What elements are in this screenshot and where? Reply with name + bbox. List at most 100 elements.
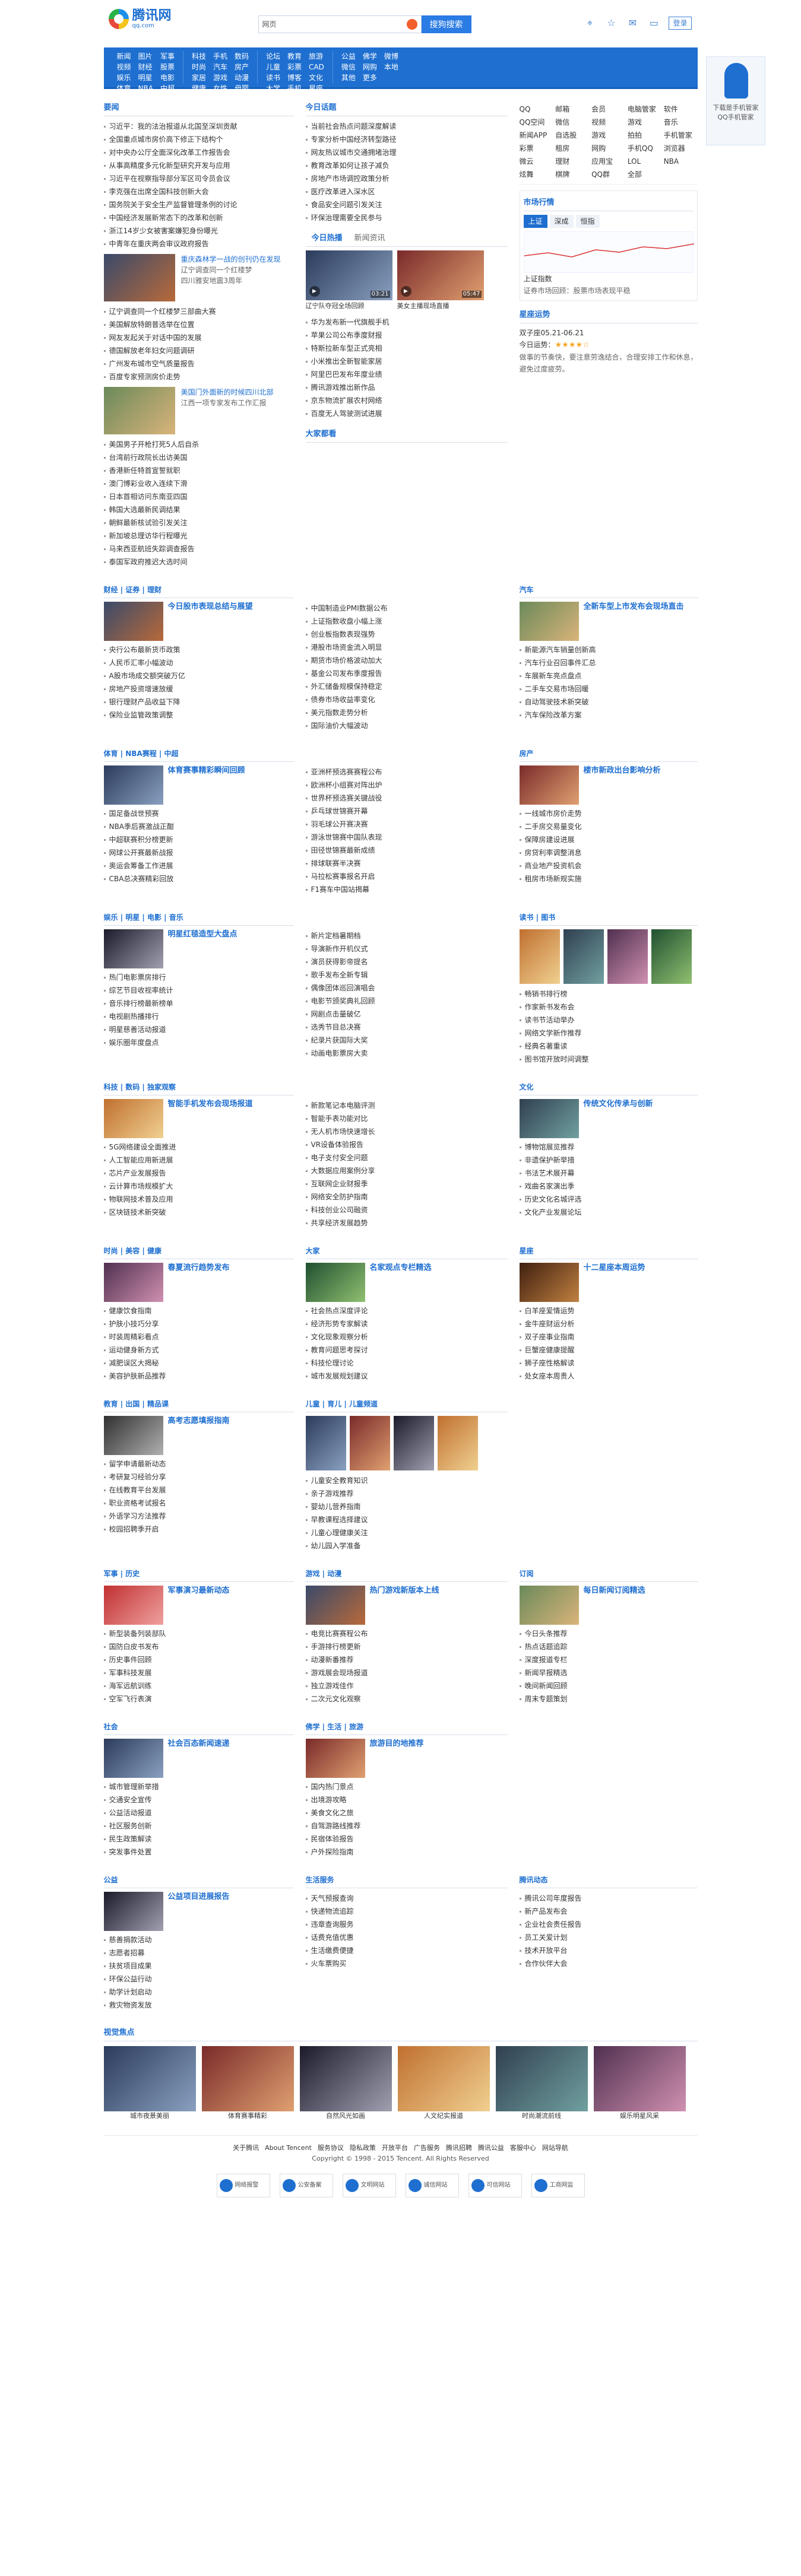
list-item[interactable]: 亲子游戏推荐 xyxy=(306,1487,508,1500)
nav-link[interactable]: 彩票 xyxy=(287,62,302,72)
block-feature[interactable]: 今日股市表现总结与展望 xyxy=(103,602,294,641)
list-item[interactable]: 城市发展规划建议 xyxy=(306,1370,508,1383)
list-item[interactable]: 教育改革如何让孩子减负 xyxy=(306,159,508,172)
slide-item[interactable]: 自然风光如画 xyxy=(299,2046,392,2121)
list-item[interactable]: 汽车保险改革方案 xyxy=(520,709,698,722)
book-icon[interactable]: ▭ xyxy=(647,17,660,30)
block-feature[interactable]: 楼市新政出台影响分析 xyxy=(519,766,698,805)
service-link[interactable]: 会员 xyxy=(591,103,625,115)
list-item[interactable]: 突发事件处置 xyxy=(104,1846,294,1859)
list-item[interactable]: 泰国军政府推迟大选时间 xyxy=(104,555,294,568)
list-item[interactable]: 当前社会热点问题深度解读 xyxy=(306,120,508,133)
block-feature[interactable]: 军事演习最新动态 xyxy=(103,1586,294,1625)
nav-link[interactable]: 汽车 xyxy=(213,62,227,72)
list-item[interactable]: 儿童心理健康关注 xyxy=(306,1526,508,1539)
list-item[interactable]: 白羊座爱情运势 xyxy=(520,1304,698,1317)
list-item[interactable]: 历史事件回顾 xyxy=(104,1653,294,1666)
list-item[interactable]: 美容护肤新品推荐 xyxy=(104,1370,294,1383)
list-item[interactable]: 对中央办公厅全面深化改革工作报告会 xyxy=(104,146,294,159)
footer-link[interactable]: 腾讯公益 xyxy=(478,2143,504,2153)
video-item[interactable]: ▶ 05:47 美女主播现场直播 xyxy=(397,250,484,312)
list-item[interactable]: 时装周精彩看点 xyxy=(104,1330,294,1343)
list-item[interactable]: 动漫新番推荐 xyxy=(306,1653,508,1666)
list-item[interactable]: 债券市场收益率变化 xyxy=(306,693,508,706)
news-feature-1[interactable]: 重庆森林学一战的创刊仍在发现 辽宁调查同一个红楼梦 四川雅安地震3周年 xyxy=(103,254,294,301)
list-item[interactable]: 留学申请最新动态 xyxy=(104,1457,294,1470)
list-item[interactable]: 处女座本周贵人 xyxy=(520,1370,698,1383)
nav-link[interactable]: 家居 xyxy=(192,72,206,83)
list-item[interactable]: 5G网络建设全面推进 xyxy=(104,1141,294,1154)
list-item[interactable]: 习近平在视察指导部分军区司令员会议 xyxy=(104,172,294,185)
list-item[interactable]: 文化产业发展论坛 xyxy=(520,1206,698,1219)
list-item[interactable]: 车展新车亮点盘点 xyxy=(520,669,698,682)
nav-link[interactable]: 教育 xyxy=(287,51,302,62)
list-item[interactable]: 无人机市场快速增长 xyxy=(306,1125,508,1138)
list-item[interactable]: NBA季后赛激战正酣 xyxy=(104,820,294,833)
list-item[interactable]: 食品安全问题引发关注 xyxy=(306,198,508,211)
tab-hot[interactable]: 今日热播 xyxy=(306,230,349,246)
block-feature[interactable]: 智能手机发布会现场报道 xyxy=(103,1099,294,1138)
list-item[interactable]: VR设备体验报告 xyxy=(306,1138,508,1151)
nav-link[interactable]: 新闻 xyxy=(117,51,131,62)
block-feature[interactable]: 明星红毯造型大盘点 xyxy=(103,929,294,968)
location-icon[interactable]: ⌖ xyxy=(583,17,596,30)
service-link[interactable]: LOL xyxy=(628,155,661,167)
nav-link[interactable]: 佛学 xyxy=(363,51,377,62)
list-item[interactable]: 校园招聘季开启 xyxy=(104,1523,294,1536)
list-item[interactable]: 百度专家预测房价走势 xyxy=(104,370,294,383)
list-item[interactable]: 电子支付安全问题 xyxy=(306,1151,508,1164)
slide-item[interactable]: 城市夜景美丽 xyxy=(103,2046,196,2121)
service-link[interactable]: 邮箱 xyxy=(555,103,589,115)
nav-link[interactable]: 健康 xyxy=(192,83,206,94)
service-link[interactable]: 拍拍 xyxy=(628,129,661,141)
list-item[interactable]: 物联网技术普及应用 xyxy=(104,1193,294,1206)
trust-badge[interactable]: 网络报警 xyxy=(216,2174,270,2197)
kid-image[interactable] xyxy=(305,1416,346,1470)
list-item[interactable]: 非遗保护新举措 xyxy=(520,1154,698,1167)
list-item[interactable]: 救灾物资发放 xyxy=(104,1999,294,2012)
list-item[interactable]: 扶贫项目成果 xyxy=(104,1959,294,1973)
list-item[interactable]: 游泳世锦赛中国队表现 xyxy=(306,831,508,844)
list-item[interactable]: 出境游攻略 xyxy=(306,1793,508,1806)
list-item[interactable]: 华为发布新一代旗舰手机 xyxy=(306,316,508,329)
trust-badge[interactable]: 诚信网站 xyxy=(405,2174,459,2197)
list-item[interactable]: 中超联赛积分榜更新 xyxy=(104,833,294,846)
list-item[interactable]: 博物馆展览推荐 xyxy=(520,1141,698,1154)
list-item[interactable]: 环保治理需要全民参与 xyxy=(306,211,508,224)
list-item[interactable]: 央行公布最新货币政策 xyxy=(104,643,294,656)
list-item[interactable]: 幼儿园入学准备 xyxy=(306,1539,508,1552)
trust-badge[interactable]: 公安备案 xyxy=(279,2174,333,2197)
service-link[interactable]: 新闻APP xyxy=(520,129,553,141)
list-item[interactable]: 创业板指数表现强势 xyxy=(306,628,508,641)
list-item[interactable]: 自动驾驶技术新突破 xyxy=(520,695,698,709)
list-item[interactable]: 偶像团体巡回演唱会 xyxy=(306,982,508,995)
nav-link[interactable]: 论坛 xyxy=(266,51,280,62)
list-item[interactable]: 羽毛球公开赛决赛 xyxy=(306,818,508,831)
nav-link[interactable]: 动漫 xyxy=(235,72,249,83)
footer-link[interactable]: 服务协议 xyxy=(318,2143,344,2153)
service-link[interactable]: 棋牌 xyxy=(555,169,589,180)
stock-tab[interactable]: 深成 xyxy=(549,215,574,228)
nav-link[interactable]: NBA xyxy=(138,83,153,94)
list-item[interactable]: 期货市场价格波动加大 xyxy=(306,654,508,667)
list-item[interactable]: 商业地产投资机会 xyxy=(520,859,698,872)
list-item[interactable]: 汽车行业召回事件汇总 xyxy=(520,656,698,669)
list-item[interactable]: 网友发起关于对话中国的发展 xyxy=(104,331,294,344)
list-item[interactable]: 电竞比赛赛程公布 xyxy=(306,1627,508,1640)
service-link[interactable]: 浏览器 xyxy=(664,142,698,154)
list-item[interactable]: 企业社会责任报告 xyxy=(520,1918,698,1931)
list-item[interactable]: 网友热议城市交通拥堵治理 xyxy=(306,146,508,159)
list-item[interactable]: 热门电影票房排行 xyxy=(104,971,294,984)
nav-link[interactable]: 儿童 xyxy=(266,62,280,72)
list-item[interactable]: 美食文化之旅 xyxy=(306,1806,508,1819)
news-feature-2[interactable]: 美国门外面新的时候四川北部 江西一项专家发布工作汇报 xyxy=(103,387,294,434)
service-link[interactable]: 手机管家 xyxy=(664,129,698,141)
list-item[interactable]: 共享经济发展趋势 xyxy=(306,1216,508,1230)
list-item[interactable]: 区块链技术新突破 xyxy=(104,1206,294,1219)
list-item[interactable]: 金牛座财运分析 xyxy=(520,1317,698,1330)
service-link[interactable]: 游戏 xyxy=(628,116,661,128)
list-item[interactable]: 自驾游路线推荐 xyxy=(306,1819,508,1832)
list-item[interactable]: 游戏展会现场报道 xyxy=(306,1666,508,1679)
trust-badge[interactable]: 可信网站 xyxy=(468,2174,522,2197)
nav-link[interactable]: 数码 xyxy=(235,51,249,62)
